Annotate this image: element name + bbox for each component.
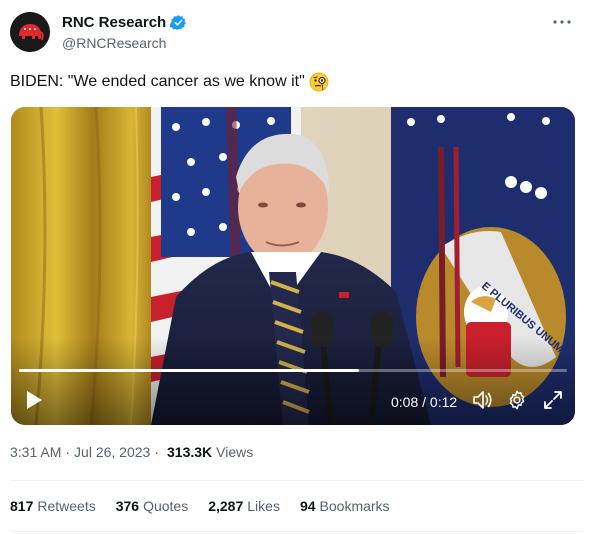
rnc-elephant-logo-icon [10,12,50,52]
tweet-text: BIDEN: "We ended cancer as we know it" [10,72,329,92]
divider [10,480,583,481]
stat-label: Retweets [37,498,96,514]
stat-retweets[interactable]: 817 Retweets [10,498,96,514]
views-label: Views [216,444,254,460]
stat-label: Bookmarks [319,498,390,514]
meta-separator: · [154,444,160,460]
video-frame-image: E PLURIBUS UNUM [11,107,575,425]
stat-label: Likes [247,498,280,514]
stat-likes[interactable]: 2,287 Likes [208,498,280,514]
stat-count: 2,287 [208,498,244,514]
divider [10,531,583,532]
tweet-meta: 3:31 AM · Jul 26, 2023 · 313.3K Views [10,444,253,460]
engagement-stats: 817 Retweets 376 Quotes 2,287 Likes 94 B… [10,498,390,514]
tweet-text-content: BIDEN: "We ended cancer as we know it" [10,73,305,90]
video-progress-fill [19,369,359,372]
views-count: 313.3K [167,444,213,460]
fullscreen-icon[interactable] [542,389,564,411]
video-progress-bar[interactable] [19,369,567,372]
play-icon[interactable] [25,390,43,410]
more-horizontal-icon[interactable] [551,14,573,30]
tweet-header: RNC Research @RNCResearch [10,12,583,56]
volume-icon[interactable] [471,389,493,411]
stat-label: Quotes [143,498,189,514]
stat-bookmarks[interactable]: 94 Bookmarks [300,498,390,514]
video-controls: 0:08 / 0:12 [11,385,575,415]
stat-count: 94 [299,498,316,514]
face-with-monocle-emoji-icon [309,72,329,92]
stat-count: 376 [115,498,140,514]
video-time: 0:08 / 0:12 [391,394,458,410]
author-handle[interactable]: @RNCResearch [62,35,166,51]
stat-quotes[interactable]: 376 Quotes [116,498,189,514]
author-name[interactable]: RNC Research [62,14,166,31]
settings-gear-icon[interactable] [506,389,528,411]
author-name-row: RNC Research [62,14,187,31]
meta-separator: · [65,444,71,460]
video-player[interactable]: E PLURIBUS UNUM 0:08 / 0:12 [11,107,575,425]
tweet-date[interactable]: Jul 26, 2023 [74,444,150,460]
stat-count: 817 [10,498,34,514]
tweet-time[interactable]: 3:31 AM [10,444,61,460]
verified-badge-icon [170,15,187,31]
avatar[interactable] [10,12,50,52]
